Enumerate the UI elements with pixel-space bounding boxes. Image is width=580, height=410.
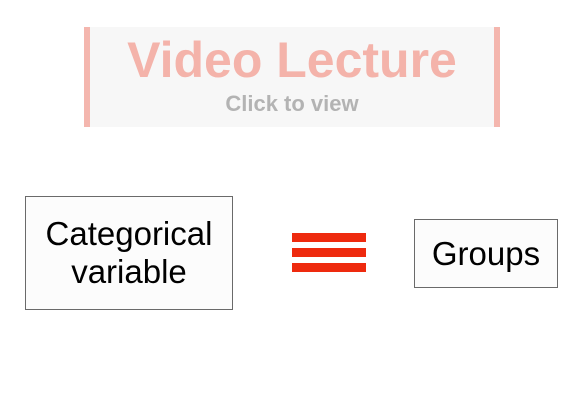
video-lecture-title: Video Lecture [127,32,457,88]
identical-to-icon [292,233,366,272]
equivalence-bar-bottom [292,263,366,272]
equivalence-bar-top [292,233,366,242]
equivalence-bar-middle [292,248,366,257]
click-to-view-label: Click to view [225,91,359,116]
categorical-variable-box: Categorical variable [25,196,233,310]
groups-label: Groups [431,234,541,272]
categorical-variable-line2: variable [71,253,187,290]
groups-box: Groups [414,219,558,288]
video-lecture-banner[interactable]: Video Lecture Click to view [84,27,500,127]
categorical-variable-line1: Categorical [45,215,213,252]
